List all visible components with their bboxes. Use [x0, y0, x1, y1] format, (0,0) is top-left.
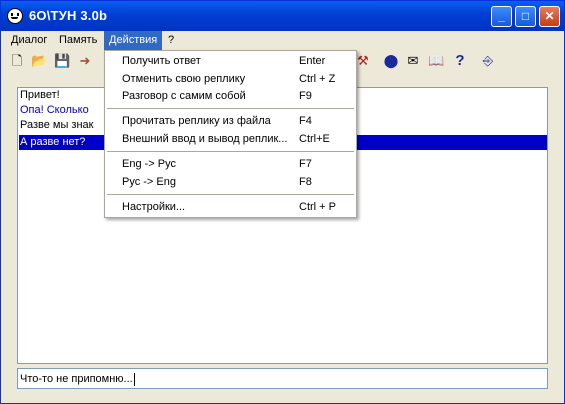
menu-item-shortcut: F7 [299, 158, 312, 170]
reply-input[interactable]: Что-то не припомню... [17, 368, 548, 389]
actions-dropdown-menu: Получить ответ Enter Отменить свою репли… [104, 50, 357, 218]
window-title: 6О\ТУН 3.0b [29, 8, 108, 23]
menu-dialog[interactable]: Диалог [6, 31, 52, 50]
book-icon[interactable]: 📖 [428, 53, 444, 69]
save-icon[interactable]: 💾 [54, 53, 70, 69]
menu-item-label: Получить ответ [122, 55, 201, 67]
reply-input-text: Что-то не припомню... [20, 373, 133, 385]
menu-item-eng-rus[interactable]: Eng -> Рус F7 [105, 155, 356, 173]
tool-icon[interactable]: ⚒ [355, 53, 371, 69]
menu-separator [107, 108, 354, 109]
menu-item-shortcut: Ctrl+E [299, 133, 330, 145]
menu-item-label: Внешний ввод и вывод реплик... [122, 133, 288, 145]
menu-item-shortcut: F8 [299, 176, 312, 188]
exit-icon[interactable]: ⎆ [480, 53, 496, 69]
new-file-icon[interactable]: 🗋 [9, 53, 25, 69]
menu-help[interactable]: ? [163, 31, 179, 50]
text-caret [133, 372, 135, 386]
title-bar[interactable]: 6О\ТУН 3.0b _ □ ✕ [1, 1, 564, 31]
menu-separator [107, 151, 354, 152]
menu-item-shortcut: Ctrl + Z [299, 73, 336, 85]
menu-item-label: Настройки... [122, 201, 186, 213]
minimize-button[interactable]: _ [491, 6, 512, 27]
menu-memory[interactable]: Память [54, 31, 102, 50]
mail-icon[interactable]: ✉ [405, 53, 421, 69]
app-window: 6О\ТУН 3.0b _ □ ✕ Диалог Память Действия… [0, 0, 565, 404]
menu-actions[interactable]: Действия [104, 31, 163, 50]
menu-item-shortcut: Enter [299, 55, 326, 67]
menu-item-undo-reply[interactable]: Отменить свою реплику Ctrl + Z [105, 70, 356, 88]
menu-item-label: Прочитать реплику из файла [122, 115, 271, 127]
menu-item-label: Рус -> Eng [122, 176, 176, 188]
close-button[interactable]: ✕ [539, 6, 560, 27]
menu-item-label: Отменить свою реплику [122, 73, 246, 85]
maximize-button[interactable]: □ [515, 6, 536, 27]
open-folder-icon[interactable]: 📂 [31, 53, 47, 69]
menu-item-self-talk[interactable]: Разговор с самим собой F9 [105, 87, 356, 105]
menu-item-rus-eng[interactable]: Рус -> Eng F8 [105, 173, 356, 191]
menu-item-shortcut: F4 [299, 115, 312, 127]
help-icon[interactable]: ? [452, 53, 468, 69]
menu-item-settings[interactable]: Настройки... Ctrl + P [105, 198, 356, 216]
export-icon[interactable]: ➜ [77, 53, 93, 69]
stop-icon[interactable]: ⬤ [383, 53, 399, 69]
menu-item-get-answer[interactable]: Получить ответ Enter [105, 52, 356, 70]
menu-item-shortcut: Ctrl + P [299, 201, 336, 213]
menu-bar: Диалог Память Действия ? [1, 31, 564, 50]
menu-item-shortcut: F9 [299, 90, 312, 102]
menu-item-label: Eng -> Рус [122, 158, 176, 170]
menu-item-label: Разговор с самим собой [122, 90, 246, 102]
menu-separator [107, 194, 354, 195]
menu-item-external-io[interactable]: Внешний ввод и вывод реплик... Ctrl+E [105, 130, 356, 148]
menu-item-read-from-file[interactable]: Прочитать реплику из файла F4 [105, 112, 356, 130]
smiley-app-icon[interactable] [7, 8, 23, 24]
